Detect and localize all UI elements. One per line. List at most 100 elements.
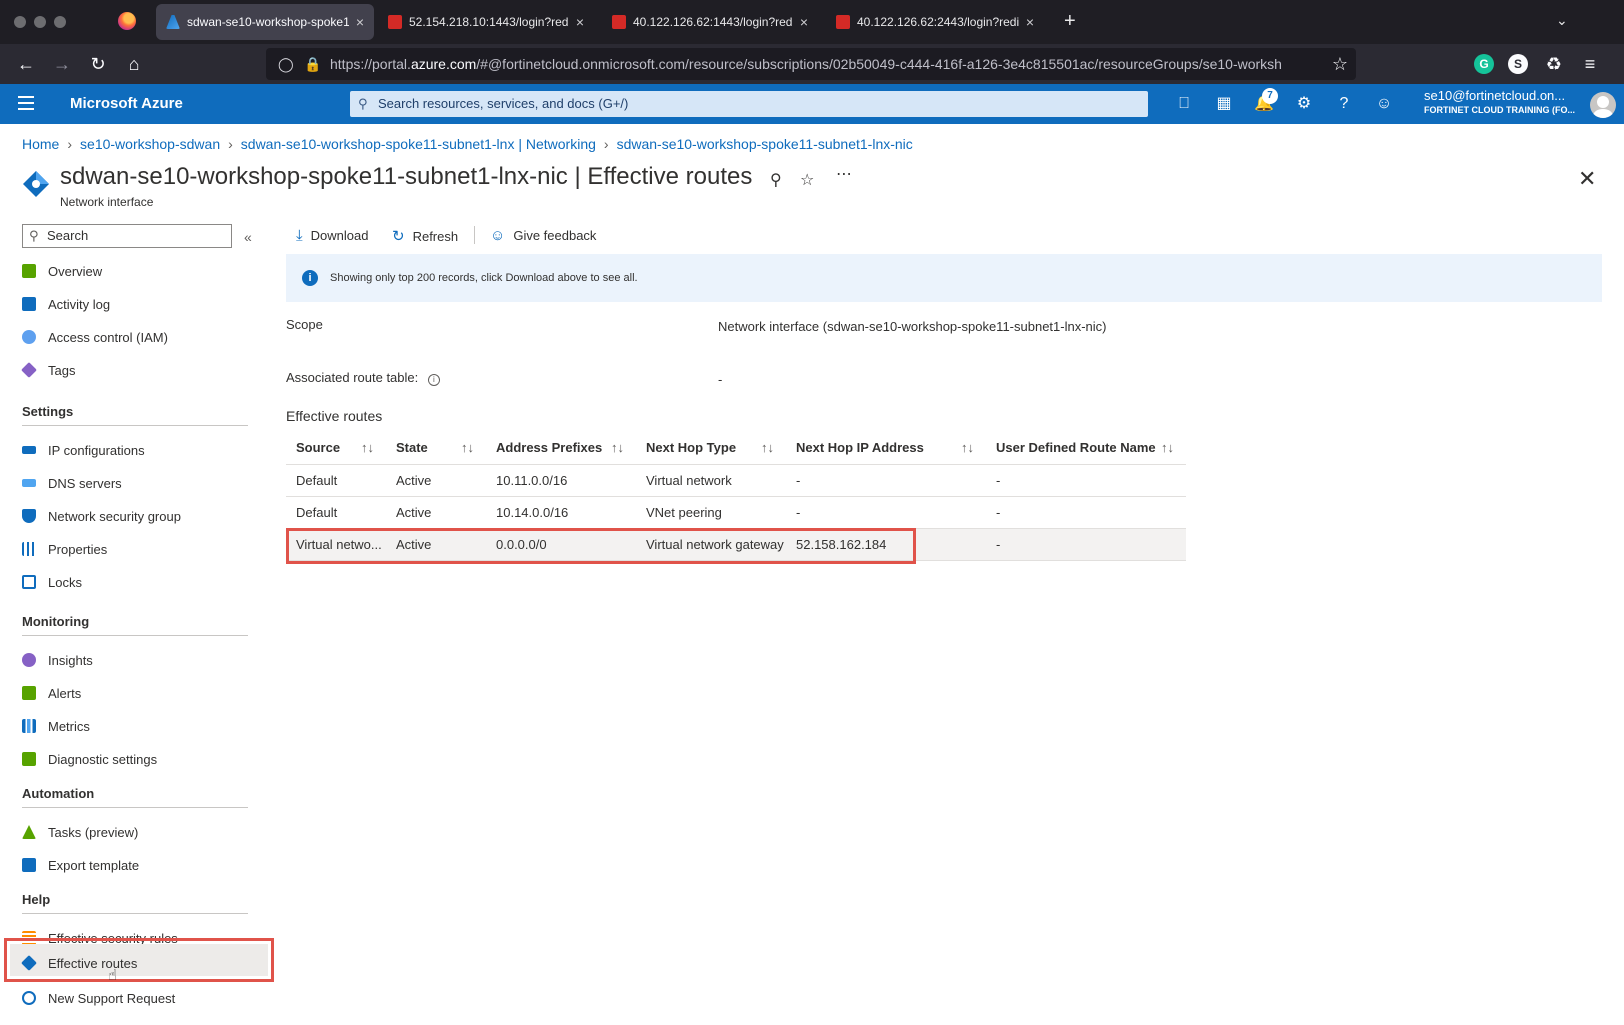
sidebar-item-locks[interactable]: Locks [22, 569, 262, 595]
azure-brand[interactable]: Microsoft Azure [70, 95, 183, 112]
column-header-source[interactable]: Source ↑↓ [286, 432, 386, 465]
tracking-shield-icon[interactable]: ◯ [278, 48, 294, 80]
sidebar-search-input[interactable]: ⚲ Search [22, 224, 232, 248]
sidebar-item-alerts[interactable]: Alerts [22, 680, 262, 706]
sidebar-item-ip-configurations[interactable]: IP configurations [22, 437, 262, 463]
window-minimize-dot[interactable] [34, 16, 46, 28]
breadcrumb-resource-group[interactable]: se10-workshop-sdwan [80, 136, 220, 152]
refresh-button[interactable]: ↻ Refresh [392, 227, 458, 245]
sidebar-item-dns-servers[interactable]: DNS servers [22, 470, 262, 496]
sidebar-item-tasks[interactable]: Tasks (preview) [22, 819, 262, 845]
home-icon[interactable]: ⌂ [122, 52, 146, 76]
give-feedback-button[interactable]: ☺ Give feedback [490, 227, 596, 244]
collapse-sidebar-icon[interactable]: « [244, 229, 252, 245]
window-zoom-dot[interactable] [54, 16, 66, 28]
more-options-icon[interactable]: ⋯ [836, 164, 852, 184]
tab-close-icon[interactable]: × [576, 14, 584, 30]
sidebar-item-properties[interactable]: Properties [22, 536, 262, 562]
portal-menu-icon[interactable] [18, 96, 34, 110]
directory-filter-icon[interactable]: ▦ [1212, 92, 1236, 116]
column-header-udr-name[interactable]: User Defined Route Name ↑↓ [986, 432, 1186, 465]
give-feedback-label: Give feedback [513, 228, 597, 243]
new-tab-button[interactable]: + [1064, 10, 1076, 33]
browser-tab-azure[interactable]: sdwan-se10-workshop-spoke11 × [156, 4, 374, 40]
window-close-dot[interactable] [14, 16, 26, 28]
tab-close-icon[interactable]: × [356, 14, 364, 30]
table-row[interactable]: Default Active 10.11.0.0/16 Virtual netw… [286, 464, 1186, 497]
cloud-shell-icon[interactable]: ⎕ [1172, 92, 1196, 116]
extensions-puzzle-icon[interactable]: ♻ [1542, 52, 1566, 76]
favorite-star-icon[interactable]: ☆ [800, 170, 814, 190]
page-title: sdwan-se10-workshop-spoke11-subnet1-lnx-… [60, 163, 753, 190]
tab-close-icon[interactable]: × [1026, 14, 1034, 30]
column-header-state[interactable]: State ↑↓ [386, 432, 486, 465]
sort-arrows-icon[interactable]: ↑↓ [461, 440, 474, 455]
forward-arrow-icon[interactable]: → [50, 52, 74, 76]
grammarly-extension-icon[interactable]: G [1474, 54, 1494, 74]
tab-close-icon[interactable]: × [800, 14, 808, 30]
sidebar-divider [22, 425, 248, 426]
tab-title: 40.122.126.62:2443/login?redir [857, 15, 1019, 29]
close-blade-icon[interactable]: ✕ [1578, 166, 1596, 192]
back-arrow-icon[interactable]: ← [14, 52, 38, 76]
cell-udr-name: - [986, 496, 1186, 529]
sort-arrows-icon[interactable]: ↑↓ [761, 440, 774, 455]
tasks-icon [22, 825, 36, 839]
sort-arrows-icon[interactable]: ↑↓ [611, 440, 624, 455]
breadcrumb-vm-networking[interactable]: sdwan-se10-workshop-spoke11-subnet1-lnx … [241, 136, 596, 152]
sidebar-item-diagnostic-settings[interactable]: Diagnostic settings [22, 746, 262, 772]
table-row[interactable]: Default Active 10.14.0.0/16 VNet peering… [286, 496, 1186, 529]
effective-routes-heading: Effective routes [286, 408, 383, 424]
address-bar[interactable]: ◯ 🔒 https://portal.azure.com/#@fortinetc… [266, 48, 1356, 80]
sidebar-item-export-template[interactable]: Export template [22, 852, 262, 878]
properties-icon [22, 542, 36, 556]
bookmark-star-icon[interactable]: ☆ [1332, 48, 1348, 80]
column-header-next-hop-ip[interactable]: Next Hop IP Address ↑↓ [786, 432, 986, 465]
sort-arrows-icon[interactable]: ↑↓ [961, 440, 974, 455]
app-menu-icon[interactable]: ≡ [1578, 52, 1602, 76]
cell-next-hop-type: Virtual network [636, 464, 786, 497]
info-circle-icon[interactable]: i [427, 374, 440, 386]
browser-tab-fortigate-3[interactable]: 40.122.126.62:2443/login?redir × [826, 4, 1044, 40]
sidebar-item-activity-log[interactable]: Activity log [22, 291, 262, 317]
tab-list-chevron-icon[interactable]: ⌄ [1556, 12, 1568, 29]
settings-gear-icon[interactable]: ⚙ [1292, 92, 1316, 116]
export-template-icon [22, 858, 36, 872]
lightbulb-icon [22, 653, 36, 667]
firefox-icon[interactable] [118, 12, 136, 30]
browser-tab-fortigate-1[interactable]: 52.154.218.10:1443/login?redir × [378, 4, 594, 40]
sidebar-item-insights[interactable]: Insights [22, 647, 262, 673]
tab-title: 40.122.126.62:1443/login?redir [633, 15, 793, 29]
s-extension-icon[interactable]: S [1508, 54, 1528, 74]
sidebar-heading-monitoring: Monitoring [22, 614, 90, 629]
column-header-address-prefixes[interactable]: Address Prefixes ↑↓ [486, 432, 636, 465]
column-header-next-hop-type[interactable]: Next Hop Type ↑↓ [636, 432, 786, 465]
download-button[interactable]: ⤓ Download [296, 227, 368, 244]
sidebar-item-overview[interactable]: Overview [22, 258, 262, 284]
tag-icon [21, 362, 37, 378]
sort-arrows-icon[interactable]: ↑↓ [1161, 440, 1174, 455]
pin-icon[interactable]: ⚲ [770, 170, 782, 190]
sidebar-item-tags[interactable]: Tags [21, 357, 262, 383]
sidebar-item-new-support-request[interactable]: New Support Request [22, 985, 262, 1011]
sidebar-divider [22, 913, 248, 914]
sidebar-item-iam[interactable]: Access control (IAM) [22, 324, 262, 350]
breadcrumb-nic[interactable]: sdwan-se10-workshop-spoke11-subnet1-lnx-… [617, 136, 913, 152]
sort-arrows-icon[interactable]: ↑↓ [361, 440, 374, 455]
lock-icon[interactable]: 🔒 [304, 48, 321, 80]
account-menu[interactable]: se10@fortinetcloud.on... FORTINET CLOUD … [1424, 88, 1575, 115]
global-search-placeholder: Search resources, services, and docs (G+… [378, 96, 629, 111]
breadcrumb-home[interactable]: Home [22, 136, 59, 152]
help-icon[interactable]: ? [1332, 92, 1356, 116]
sidebar-item-network-security-group[interactable]: Network security group [22, 503, 262, 529]
sidebar-item-label: Diagnostic settings [48, 751, 158, 767]
global-search-input[interactable]: ⚲ Search resources, services, and docs (… [350, 91, 1148, 117]
shield-icon [22, 509, 36, 523]
sidebar-item-effective-routes[interactable]: Effective routes [21, 950, 262, 976]
sidebar-item-metrics[interactable]: Metrics [22, 713, 262, 739]
reload-icon[interactable]: ↻ [86, 52, 110, 76]
feedback-icon[interactable]: ☺ [1372, 92, 1396, 116]
browser-tab-fortigate-2[interactable]: 40.122.126.62:1443/login?redir × [602, 4, 818, 40]
avatar[interactable] [1590, 92, 1616, 118]
info-icon: i [302, 270, 318, 286]
